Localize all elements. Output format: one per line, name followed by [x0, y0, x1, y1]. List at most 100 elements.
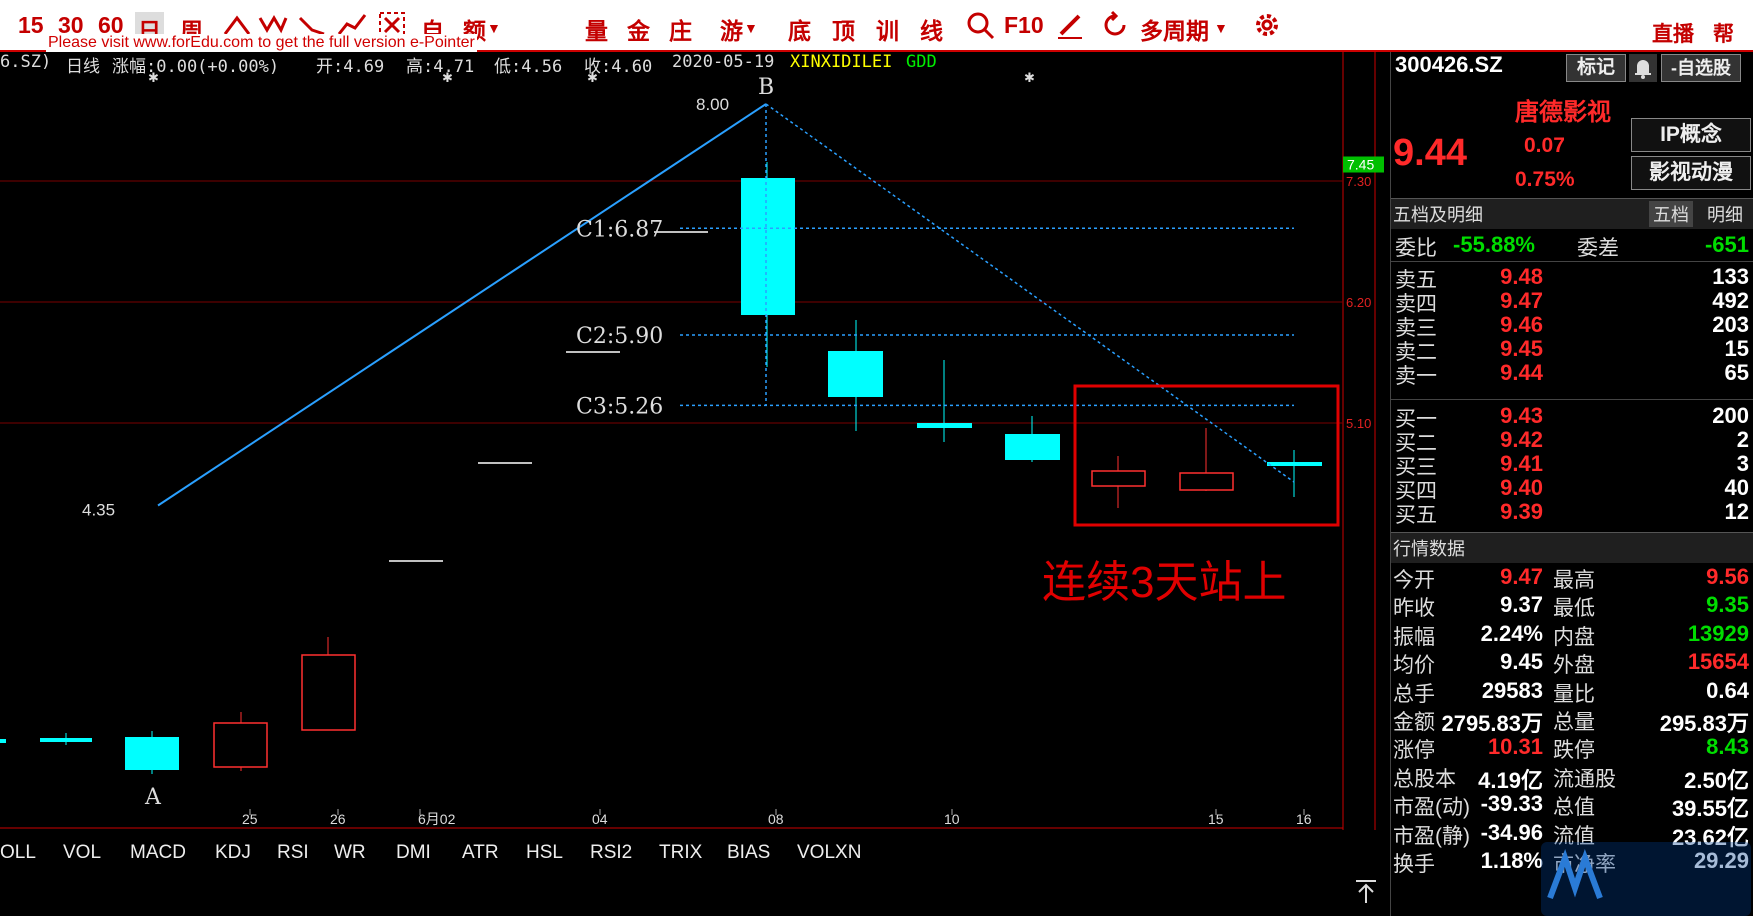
bell-icon[interactable] — [1629, 54, 1657, 82]
candle-body — [1179, 472, 1234, 491]
candle-body — [1005, 434, 1060, 460]
quote-value: 2.50亿 — [1684, 767, 1749, 793]
ask-level-label: 卖一 — [1395, 365, 1437, 388]
quote-value: 13929 — [1687, 620, 1749, 646]
bottom-button[interactable]: 底 — [788, 12, 811, 46]
scroll-top-icon[interactable] — [1352, 877, 1380, 905]
candle-body — [741, 178, 795, 315]
tab-kdj[interactable]: KDJ — [215, 842, 251, 864]
bid-volume: 200 — [1712, 403, 1749, 428]
ask-price: 9.44 — [1500, 360, 1543, 385]
train-button[interactable]: 训 — [876, 12, 899, 46]
tab-dmi[interactable]: DMI — [396, 842, 431, 864]
quote-value: 9.35 — [1706, 592, 1749, 618]
quote-value: 2795.83万 — [1441, 711, 1543, 736]
tag-ip-concept[interactable]: IP概念 — [1631, 118, 1751, 152]
tab-bias[interactable]: BIAS — [727, 842, 770, 864]
level-label-c3: C3:5.26 — [576, 394, 663, 419]
wei-ratio-label: 委比 — [1395, 237, 1437, 260]
quote-label: 外盘 — [1553, 654, 1595, 678]
tab-atr[interactable]: ATR — [462, 842, 499, 864]
quote-label: 总手 — [1393, 682, 1435, 706]
ask-volume: 133 — [1712, 264, 1749, 289]
watermark-banner[interactable]: Please visit www.forEdu.com to get the f… — [46, 34, 477, 52]
volume-button[interactable]: 量 — [585, 12, 608, 46]
quote-label: 均价 — [1393, 654, 1435, 678]
dealer-button[interactable]: 庄 — [669, 12, 692, 46]
ask-price: 9.47 — [1500, 288, 1543, 313]
period-15-button[interactable]: 15 — [18, 12, 44, 39]
tab-vol[interactable]: VOL — [63, 842, 101, 864]
quote-title: 行情数据 — [1393, 539, 1465, 559]
tab-macd[interactable]: MACD — [130, 842, 186, 864]
quote-value: 2.24% — [1480, 620, 1543, 646]
tab-detail[interactable]: 明细 — [1707, 201, 1743, 227]
quote-value: -39.33 — [1480, 791, 1543, 817]
pen-icon[interactable] — [1055, 10, 1085, 40]
ask-volume: 492 — [1712, 288, 1749, 313]
search-icon[interactable] — [965, 10, 995, 40]
kline-chart[interactable]: 7.45 7.30 6.20 5.10 25 26 6月02 04 08 10 … — [0, 52, 1390, 837]
tab-rsi[interactable]: RSI — [277, 842, 309, 864]
quote-label: 金额 — [1393, 711, 1435, 734]
quote-label: 总股本 — [1393, 767, 1456, 791]
level-label-c1: C1:6.87 — [576, 217, 663, 242]
dropdown-icon[interactable]: ▼ — [487, 20, 501, 36]
stock-name: 唐德影视 — [1515, 99, 1611, 126]
hot-money-button[interactable]: 游 — [720, 12, 743, 46]
tag-film-animation[interactable]: 影视动漫 — [1631, 156, 1751, 190]
ask-volume: 15 — [1724, 336, 1749, 361]
quote-label: 最高 — [1553, 569, 1595, 592]
tab-trix[interactable]: TRIX — [659, 842, 702, 864]
ask-volume: 203 — [1712, 312, 1749, 337]
gold-button[interactable]: 金 — [627, 12, 650, 46]
depth-header: 五档及明细 五档 明细 — [1391, 198, 1753, 229]
price-axis-label: 5.10 — [1346, 416, 1371, 431]
multi-period-button[interactable]: 多周期 — [1140, 12, 1209, 46]
quote-value: 39.55亿 — [1671, 796, 1749, 822]
quote-value: 15654 — [1687, 649, 1749, 675]
dropdown-icon[interactable]: ▼ — [1214, 20, 1228, 36]
live-link[interactable]: 直播 — [1652, 18, 1694, 48]
wei-diff-value: -651 — [1704, 232, 1749, 257]
wei-diff-label: 委差 — [1577, 237, 1619, 260]
refresh-icon[interactable] — [1100, 10, 1130, 40]
f10-button[interactable]: F10 — [1004, 12, 1044, 39]
quote-value: 295.83万 — [1659, 711, 1749, 736]
event-marker-icon: ✱ — [442, 70, 453, 85]
gear-icon[interactable] — [1252, 10, 1282, 40]
date-axis-label: 6月02 — [418, 811, 456, 827]
chart-annotation: 连续3天站上 — [1042, 558, 1286, 607]
mark-button[interactable]: 标记 — [1566, 54, 1626, 82]
watchlist-button[interactable]: -自选股 — [1661, 54, 1741, 82]
price-axis-label: 7.45 — [1347, 157, 1374, 173]
tab-rsi2[interactable]: RSI2 — [590, 842, 632, 864]
logo-icon — [1547, 849, 1603, 900]
bid-level-label: 买五 — [1395, 504, 1437, 527]
toolbar: 15 30 60 日 周 自 额 ▼ 量 金 庄 游 ▼ 底 顶 训 线 F10… — [0, 0, 1753, 76]
quote-value: 0.64 — [1706, 677, 1749, 703]
dropdown-icon[interactable]: ▼ — [744, 20, 758, 36]
top-button[interactable]: 顶 — [832, 12, 855, 46]
quote-header: 行情数据 — [1391, 532, 1753, 563]
bid-volume: 2 — [1736, 427, 1749, 452]
line-button[interactable]: 线 — [920, 12, 943, 46]
wei-ratio-value: -55.88% — [1453, 232, 1535, 257]
quote-value: -34.96 — [1480, 819, 1543, 845]
point-label-a: A — [144, 785, 162, 810]
bid-price: 9.41 — [1500, 451, 1543, 476]
candle-body — [213, 722, 268, 768]
tab-hsl[interactable]: HSL — [526, 842, 563, 864]
quote-value: 10.31 — [1487, 734, 1543, 760]
tab-wr[interactable]: WR — [334, 842, 366, 864]
bid-price: 9.39 — [1500, 499, 1543, 524]
wave-line-ab — [157, 103, 767, 507]
point-price-a: 4.35 — [82, 501, 115, 520]
quote-label: 昨收 — [1393, 597, 1435, 621]
tab-level5[interactable]: 五档 — [1649, 201, 1693, 227]
tab-oll[interactable]: OLL — [0, 842, 36, 864]
price-change: 0.07 — [1524, 134, 1565, 157]
indicator-tabs: OLL VOL MACD KDJ RSI WR DMI ATR HSL RSI2… — [0, 837, 1390, 871]
tab-volxn[interactable]: VOLXN — [797, 842, 861, 864]
quote-panel: 300426.SZ 标记 -自选股 唐德影视 9.44 0.07 0.75% I… — [1390, 52, 1753, 916]
